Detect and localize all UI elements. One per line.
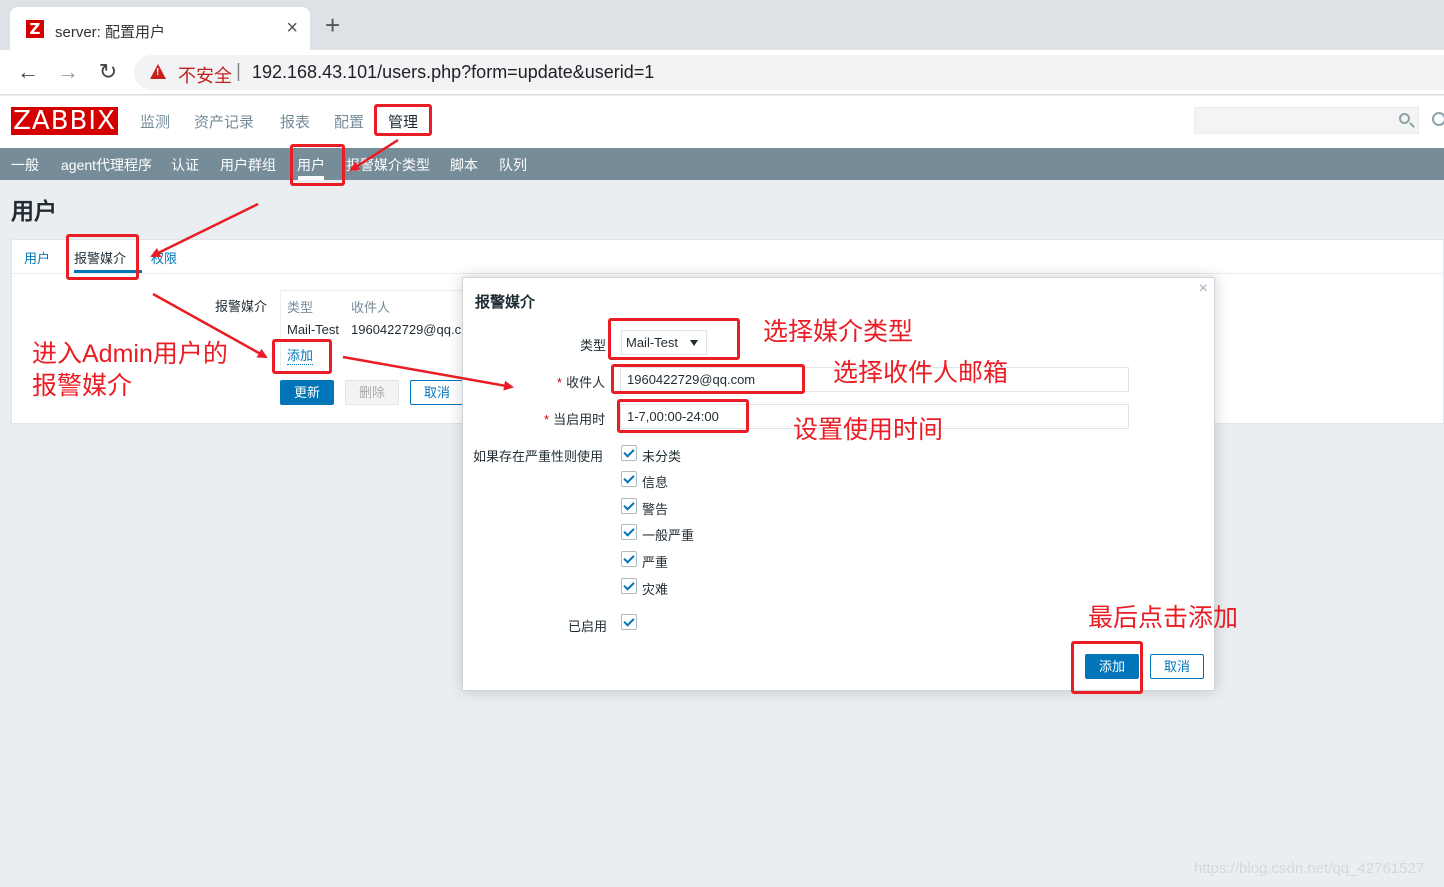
tab-title: server: 配置用户: [55, 24, 166, 41]
subnav-general[interactable]: 一般: [11, 155, 39, 175]
browser-tab[interactable]: Z server: 配置用户 ×: [10, 7, 310, 50]
update-button[interactable]: 更新: [280, 380, 334, 405]
when-active-label: 当启用时: [553, 412, 606, 427]
recipient-label: 收件人: [566, 375, 606, 390]
media-label: 报警媒介: [215, 299, 268, 314]
annotation-select-email: 选择收件人邮箱: [833, 359, 1009, 387]
dropdown-arrow-icon: [690, 340, 698, 346]
type-label: 类型: [580, 338, 607, 353]
subnav-scripts[interactable]: 脚本: [450, 155, 478, 175]
severity-checkbox-label: 信息: [642, 475, 669, 490]
severity-checkbox-label: 严重: [642, 555, 669, 570]
menu-configuration[interactable]: 配置: [334, 111, 364, 132]
table-header-recipient: 收件人: [351, 300, 391, 315]
recipient-label-wrap: * 收件人: [557, 375, 606, 390]
severity-checkbox[interactable]: [621, 551, 637, 567]
annotation-set-time: 设置使用时间: [793, 416, 944, 444]
enabled-checkbox[interactable]: [621, 614, 637, 630]
menu-reports[interactable]: 报表: [280, 111, 310, 132]
tab-close-icon[interactable]: ×: [286, 17, 298, 40]
enabled-label: 已启用: [568, 619, 608, 634]
url-text[interactable]: 192.168.43.101/users.php?form=update&use…: [252, 62, 654, 83]
watermark: https://blog.csdn.net/qq_42761527: [1194, 860, 1425, 877]
warning-icon: [150, 64, 166, 79]
annotation-enter-media-1: 进入Admin用户的: [32, 340, 228, 368]
severity-checkbox-label: 未分类: [642, 449, 682, 464]
annotation-enter-media-2: 报警媒介: [32, 372, 133, 400]
insecure-label[interactable]: 不安全: [178, 62, 232, 88]
severity-checkbox-label: 一般严重: [642, 528, 695, 543]
new-tab-icon[interactable]: +: [325, 12, 340, 38]
zabbix-logo[interactable]: ZABBIX: [11, 107, 118, 135]
severity-checkbox[interactable]: [621, 471, 637, 487]
subnav-authentication[interactable]: 认证: [171, 155, 199, 175]
dialog-cancel-button[interactable]: 取消: [1150, 654, 1204, 679]
zabbix-header: ZABBIX 监测 资产记录 报表 配置 管理: [0, 96, 1444, 148]
address-bar: ← → ↻ 不安全 | 192.168.43.101/users.php?for…: [0, 50, 1444, 95]
dialog-title: 报警媒介: [475, 294, 536, 311]
forward-icon[interactable]: →: [55, 59, 81, 85]
url-separator: |: [236, 61, 241, 82]
dialog-add-button[interactable]: 添加: [1085, 654, 1139, 679]
severity-checkbox[interactable]: [621, 445, 637, 461]
type-select-value: Mail-Test: [626, 335, 679, 350]
tab-permissions[interactable]: 权限: [151, 248, 177, 267]
severity-checkbox[interactable]: [621, 578, 637, 594]
search-icon[interactable]: [1399, 113, 1410, 124]
severity-checkbox[interactable]: [621, 524, 637, 540]
page-title: 用户: [11, 198, 57, 224]
severity-checkbox-label: 灾难: [642, 582, 669, 597]
table-cell-recipient: 1960422729@qq.c: [351, 322, 461, 337]
tab-media[interactable]: 报警媒介: [74, 248, 126, 267]
subnav-users[interactable]: 用户: [297, 155, 325, 175]
annotation-click-add: 最后点击添加: [1088, 604, 1239, 632]
table-cell-type: Mail-Test: [287, 322, 340, 337]
severity-checkbox-label: 警告: [642, 502, 669, 517]
search-input[interactable]: [1194, 107, 1419, 134]
reload-icon[interactable]: ↻: [95, 59, 121, 85]
menu-monitoring[interactable]: 监测: [140, 111, 170, 132]
back-icon[interactable]: ←: [15, 59, 41, 85]
subnav-proxies[interactable]: agent代理程序: [61, 155, 152, 175]
tab-user[interactable]: 用户: [24, 248, 50, 267]
menu-inventory[interactable]: 资产记录: [194, 111, 254, 132]
sub-navigation: 一般 agent代理程序 认证 用户群组 用户 报警媒介类型 脚本 队列: [0, 148, 1444, 180]
support-icon[interactable]: [1432, 112, 1444, 126]
type-select[interactable]: Mail-Test: [621, 330, 707, 355]
add-media-link[interactable]: 添加: [287, 345, 314, 365]
subnav-active-indicator: [298, 176, 324, 180]
when-active-label-wrap: * 当启用时: [544, 412, 606, 427]
zabbix-favicon-icon: Z: [26, 20, 44, 38]
annotation-select-type: 选择媒介类型: [763, 318, 914, 346]
dialog-close-icon[interactable]: ×: [1199, 280, 1208, 298]
severity-label: 如果存在严重性则使用: [473, 449, 604, 464]
cancel-button[interactable]: 取消: [410, 380, 464, 405]
omnibox[interactable]: 不安全 | 192.168.43.101/users.php?form=upda…: [134, 55, 1444, 90]
form-tabs: 用户 报警媒介 权限: [12, 240, 1443, 274]
browser-tab-bar: Z server: 配置用户 × +: [0, 0, 1444, 50]
delete-button[interactable]: 删除: [345, 380, 399, 405]
severity-checkbox[interactable]: [621, 498, 637, 514]
subnav-media-types[interactable]: 报警媒介类型: [346, 155, 430, 175]
subnav-queue[interactable]: 队列: [499, 155, 527, 175]
table-header-type: 类型: [287, 300, 314, 315]
menu-administration[interactable]: 管理: [388, 111, 418, 132]
subnav-user-groups[interactable]: 用户群组: [220, 155, 276, 175]
tab-active-indicator: [74, 270, 142, 273]
